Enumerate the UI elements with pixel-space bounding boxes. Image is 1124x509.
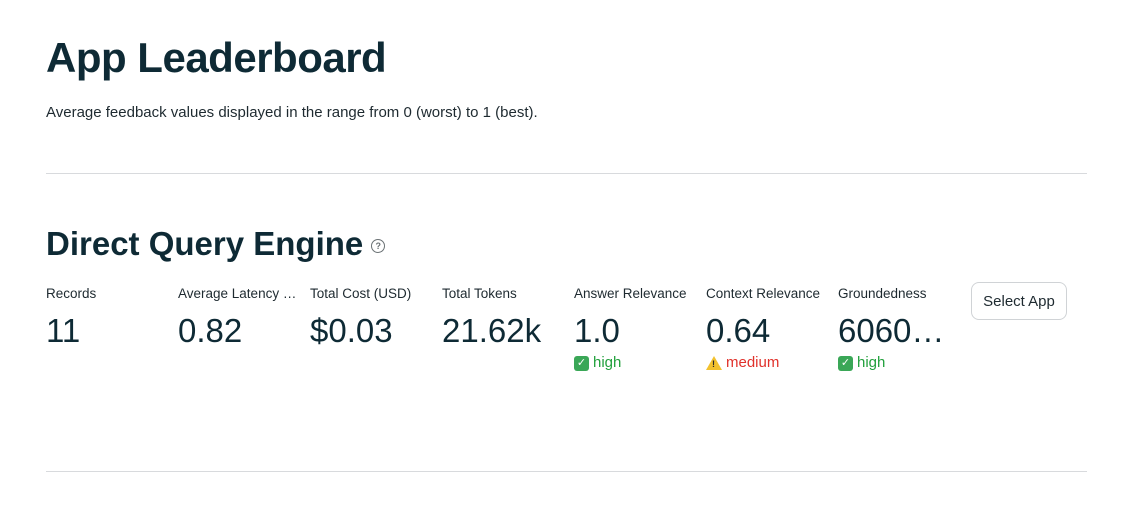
check-mark-icon: ✓ bbox=[838, 355, 853, 371]
metric-label: Total Tokens bbox=[442, 286, 517, 301]
metric-label: Records bbox=[46, 286, 97, 301]
question-circle-icon[interactable]: ? bbox=[371, 239, 386, 253]
top-divider bbox=[46, 173, 1087, 174]
delta-label: high bbox=[593, 354, 622, 371]
metric-label: Average Latency (… bbox=[178, 286, 298, 301]
metric-delta: ✓ high bbox=[838, 353, 950, 373]
select-app-button[interactable]: Select App bbox=[971, 282, 1067, 320]
app-name: Direct Query Engine bbox=[46, 225, 364, 262]
metric-answer-relevance: Answer Relevance 1.0 ✓ high bbox=[574, 285, 698, 373]
check-mark-icon: ✓ bbox=[574, 355, 589, 371]
metric-context-relevance: Context Relevance 0.64 ! medium bbox=[706, 285, 830, 373]
metric-value: 0.82 bbox=[178, 312, 243, 349]
app-name-heading: Direct Query Engine ? bbox=[46, 222, 386, 266]
metric-label: Answer Relevance bbox=[574, 286, 687, 301]
metric-label: Groundedness bbox=[838, 286, 927, 301]
metric-delta: ! medium bbox=[706, 353, 830, 373]
page-subtitle: Average feedback values displayed in the… bbox=[46, 104, 538, 121]
metric-value: $0.03 bbox=[310, 312, 393, 349]
metric-value: 6060… bbox=[838, 312, 945, 349]
metric-total-tokens: Total Tokens 21.62k bbox=[442, 285, 566, 350]
bottom-divider bbox=[46, 471, 1087, 472]
delta-label: medium bbox=[726, 354, 780, 371]
metric-value: 11 bbox=[46, 312, 81, 349]
metric-label: Context Relevance bbox=[706, 286, 821, 301]
page-title: App Leaderboard bbox=[46, 34, 387, 81]
metric-value: 1.0 bbox=[574, 312, 620, 349]
metric-delta: ✓ high bbox=[574, 353, 698, 373]
metric-value: 0.64 bbox=[706, 312, 771, 349]
metric-records: Records 11 bbox=[46, 285, 170, 350]
metric-label: Total Cost (USD) bbox=[310, 286, 412, 301]
metric-total-cost: Total Cost (USD) $0.03 bbox=[310, 285, 434, 350]
warning-icon: ! bbox=[706, 356, 722, 370]
metric-average-latency: Average Latency (… 0.82 bbox=[178, 285, 298, 350]
metric-value: 21.62k bbox=[442, 312, 542, 349]
metric-groundedness: Groundedness 6060… ✓ high bbox=[838, 285, 950, 373]
delta-label: high bbox=[857, 354, 886, 371]
